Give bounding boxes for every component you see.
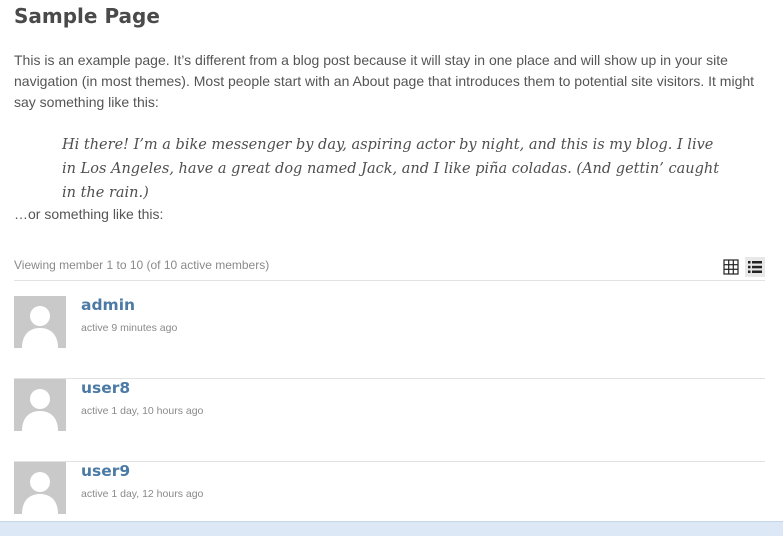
member-name-link[interactable]: admin xyxy=(81,296,135,314)
grid-view-button[interactable] xyxy=(721,257,741,277)
member-item: admin active 9 minutes ago xyxy=(14,296,765,379)
default-avatar-icon xyxy=(22,472,58,514)
bottom-panel-edge xyxy=(0,521,783,536)
outro-paragraph: …or something like this: xyxy=(14,206,164,222)
members-toolbar: Viewing member 1 to 10 (of 10 active mem… xyxy=(14,256,765,281)
member-item: user8 active 1 day, 10 hours ago xyxy=(14,379,765,462)
member-name-link[interactable]: user8 xyxy=(81,379,130,397)
blockquote: Hi there! I’m a bike messenger by day, a… xyxy=(62,137,720,201)
grid-icon xyxy=(723,259,739,275)
default-avatar-icon xyxy=(22,389,58,431)
view-mode-toggle xyxy=(721,257,765,277)
member-name-link[interactable]: user9 xyxy=(81,462,130,480)
avatar[interactable] xyxy=(14,296,66,348)
list-icon xyxy=(748,261,762,273)
list-view-button[interactable] xyxy=(745,257,765,277)
members-count-text: Viewing member 1 to 10 (of 10 active mem… xyxy=(14,258,270,272)
default-avatar-icon xyxy=(22,306,58,348)
intro-paragraph: This is an example page. It’s different … xyxy=(14,52,755,110)
member-last-active: active 9 minutes ago xyxy=(81,322,178,334)
avatar[interactable] xyxy=(14,462,66,514)
avatar[interactable] xyxy=(14,379,66,431)
member-last-active: active 1 day, 12 hours ago xyxy=(81,488,204,500)
member-last-active: active 1 day, 10 hours ago xyxy=(81,405,204,417)
page-title: Sample Page xyxy=(14,4,160,28)
